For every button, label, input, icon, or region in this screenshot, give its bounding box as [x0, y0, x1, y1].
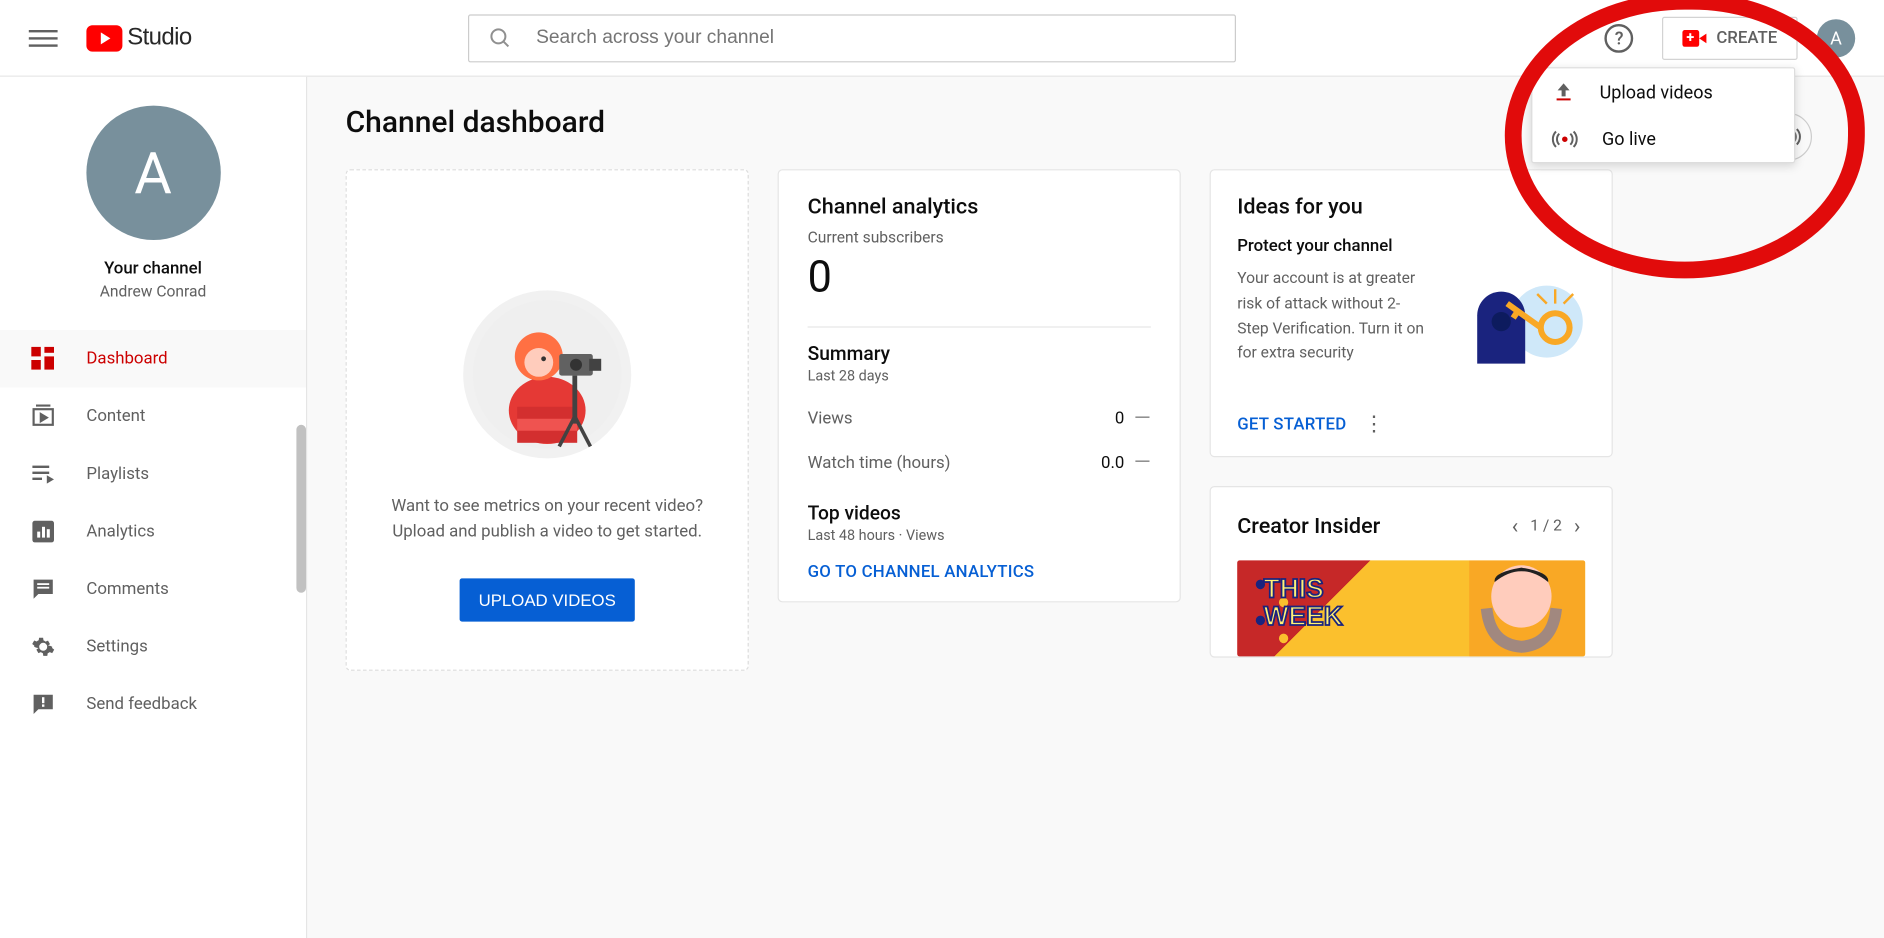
sidebar-item-label: Send feedback [86, 695, 197, 714]
go-to-analytics-link[interactable]: GO TO CHANNEL ANALYTICS [808, 563, 1151, 582]
upload-videos-button[interactable]: UPLOAD VIDEOS [459, 578, 635, 621]
sidebar-scrollbar[interactable] [296, 425, 306, 593]
analytics-icon [29, 517, 58, 546]
content-icon [29, 402, 58, 431]
stat-value: 0 [1115, 409, 1124, 428]
upload-icon [1552, 80, 1576, 104]
creator-insider-card: Creator Insider ‹ 1 / 2 › [1210, 486, 1613, 658]
stat-row-views: Views 0 — [808, 396, 1151, 440]
top-videos-subtitle: Last 48 hours · Views [808, 527, 1151, 544]
go-live-label: Go live [1602, 128, 1656, 150]
divider [808, 326, 1151, 327]
stat-label: Watch time (hours) [808, 453, 951, 472]
stat-value: 0.0 [1101, 453, 1124, 472]
analytics-title: Channel analytics [808, 194, 1151, 219]
subscribers-label: Current subscribers [808, 229, 1151, 247]
search-input[interactable] [536, 27, 1215, 49]
summary-title: Summary [808, 342, 1151, 365]
more-options-icon[interactable]: ⋮ [1363, 412, 1385, 437]
youtube-icon [86, 25, 122, 51]
hamburger-menu-button[interactable] [29, 23, 58, 52]
summary-subtitle: Last 28 days [808, 367, 1151, 384]
trend-dash-icon: — [1134, 406, 1151, 431]
trend-dash-icon: — [1134, 450, 1151, 475]
sidebar-item-feedback[interactable]: Send feedback [0, 676, 306, 734]
logo-text: Studio [127, 24, 191, 52]
subscribers-count: 0 [808, 252, 1151, 302]
feedback-icon [29, 690, 58, 719]
sidebar-item-comments[interactable]: Comments [0, 560, 306, 618]
sidebar-item-settings[interactable]: Settings [0, 618, 306, 676]
stat-label: Views [808, 409, 853, 428]
sidebar-nav: Dashboard Content Playlists Analytics Co… [0, 330, 306, 733]
chevron-right-icon[interactable]: › [1569, 509, 1585, 544]
ideas-subtitle: Protect your channel [1237, 236, 1585, 255]
search-box[interactable] [468, 14, 1236, 62]
lock-key-illustration [1441, 268, 1585, 388]
content-area: Channel dashboard [307, 77, 1884, 938]
create-dropdown-menu: Upload videos Go live [1531, 67, 1795, 163]
upload-illustration [463, 290, 631, 458]
broadcast-icon [1552, 130, 1578, 149]
sidebar-item-playlists[interactable]: Playlists [0, 445, 306, 503]
sidebar: A Your channel Andrew Conrad Dashboard C… [0, 77, 307, 938]
insider-counter: 1 / 2 [1530, 517, 1562, 535]
studio-logo[interactable]: Studio [86, 24, 191, 52]
ideas-for-you-card: Ideas for you Protect your channel Your … [1210, 169, 1613, 457]
ideas-title: Ideas for you [1237, 194, 1585, 219]
channel-title: Your channel [104, 259, 202, 278]
playlists-icon [29, 460, 58, 489]
upload-prompt-card: Want to see metrics on your recent video… [346, 169, 749, 671]
upload-videos-menu-item[interactable]: Upload videos [1532, 68, 1794, 116]
sidebar-item-dashboard[interactable]: Dashboard [0, 330, 306, 388]
channel-info: A Your channel Andrew Conrad [0, 77, 306, 321]
help-icon: ? [1605, 23, 1634, 52]
sidebar-item-label: Comments [86, 580, 168, 599]
ideas-body-text: Your account is at greater risk of attac… [1237, 268, 1427, 388]
sidebar-item-label: Playlists [86, 464, 149, 483]
channel-analytics-card: Channel analytics Current subscribers 0 … [778, 169, 1181, 602]
thumb-text-line2: WEEK [1264, 603, 1343, 631]
get-started-link[interactable]: GET STARTED [1237, 415, 1346, 434]
sidebar-item-label: Analytics [86, 522, 154, 541]
sidebar-item-label: Dashboard [86, 349, 167, 368]
top-bar: Studio ? + CREATE A Upload videos [0, 0, 1884, 77]
channel-owner-name: Andrew Conrad [100, 283, 207, 301]
create-button-label: CREATE [1716, 28, 1777, 47]
create-button[interactable]: + CREATE [1662, 16, 1797, 59]
upload-prompt-text: Want to see metrics on your recent video… [391, 494, 703, 544]
create-video-icon: + [1683, 29, 1707, 46]
search-icon [488, 26, 512, 50]
go-live-menu-item[interactable]: Go live [1532, 116, 1794, 162]
top-videos-title: Top videos [808, 502, 1151, 525]
sidebar-item-analytics[interactable]: Analytics [0, 503, 306, 561]
insider-video-thumbnail[interactable]: THIS WEEK [1237, 560, 1585, 656]
channel-avatar[interactable]: A [86, 106, 220, 240]
main-area: A Your channel Andrew Conrad Dashboard C… [0, 77, 1884, 938]
chevron-left-icon[interactable]: ‹ [1507, 509, 1523, 544]
upload-videos-label: Upload videos [1600, 82, 1713, 104]
comments-icon [29, 575, 58, 604]
thumb-text-line1: THIS [1264, 575, 1343, 603]
sidebar-item-content[interactable]: Content [0, 388, 306, 446]
account-avatar[interactable]: A [1817, 19, 1855, 57]
stat-row-watchtime: Watch time (hours) 0.0 — [808, 440, 1151, 484]
sidebar-item-label: Settings [86, 637, 147, 656]
dashboard-icon [29, 344, 58, 373]
help-button[interactable]: ? [1595, 14, 1643, 62]
insider-title: Creator Insider [1237, 514, 1380, 539]
gear-icon [29, 632, 58, 661]
sidebar-item-label: Content [86, 407, 145, 426]
